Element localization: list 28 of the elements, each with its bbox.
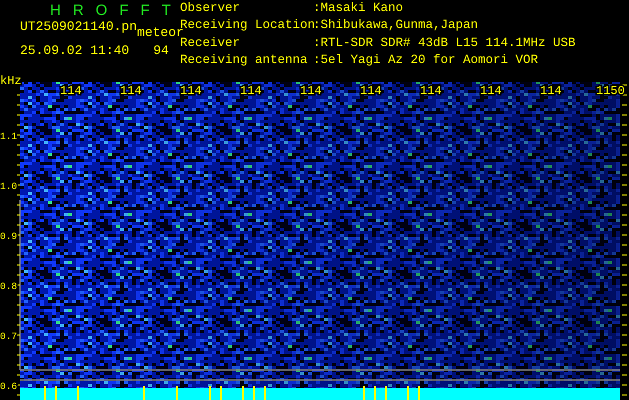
info-label: Receiving Location — [180, 20, 313, 32]
info-value: :Masaki Kano — [313, 3, 404, 17]
file-name: UT2509021140.pn — [20, 19, 138, 34]
frequency-label: 114 — [120, 84, 142, 98]
app-title: HROFFT — [50, 3, 180, 19]
axis-label: 1.0 — [0, 181, 18, 192]
count-value: 94 — [153, 43, 169, 58]
info-label: Receiver — [180, 38, 242, 52]
frequency-label: 114 — [180, 84, 202, 98]
frequency-label: 1150 — [596, 84, 625, 98]
frequency-label: 114 — [540, 84, 562, 98]
frequency-label: 114 — [420, 84, 442, 98]
frequency-label: 114 — [480, 84, 502, 98]
info-value: :RTL-SDR SDR# 43dB L15 114.1MHz USB — [313, 38, 576, 52]
frequency-label: 114 — [360, 84, 382, 98]
info-value: :Shibukawa,Gunma,Japan — [313, 20, 480, 34]
frequency-label: 114 — [300, 84, 322, 98]
frequency-label: 114 — [240, 84, 262, 98]
timestamp: 25.09.02 11:40 — [20, 43, 130, 58]
axis-label: 0.7 — [0, 331, 18, 342]
unit-label: kHz — [0, 74, 22, 88]
axis-label: 1.1 — [0, 131, 18, 142]
axis-label: 0.8 — [0, 281, 18, 292]
axis-label: 0.9 — [0, 231, 18, 242]
info-label: Receiving antenna — [180, 54, 309, 69]
info-label: Observer — [180, 3, 242, 17]
info-value: :5el Yagi Az 20 for Aomori VOR — [313, 54, 540, 69]
axis-label: 0.6 — [0, 381, 18, 392]
